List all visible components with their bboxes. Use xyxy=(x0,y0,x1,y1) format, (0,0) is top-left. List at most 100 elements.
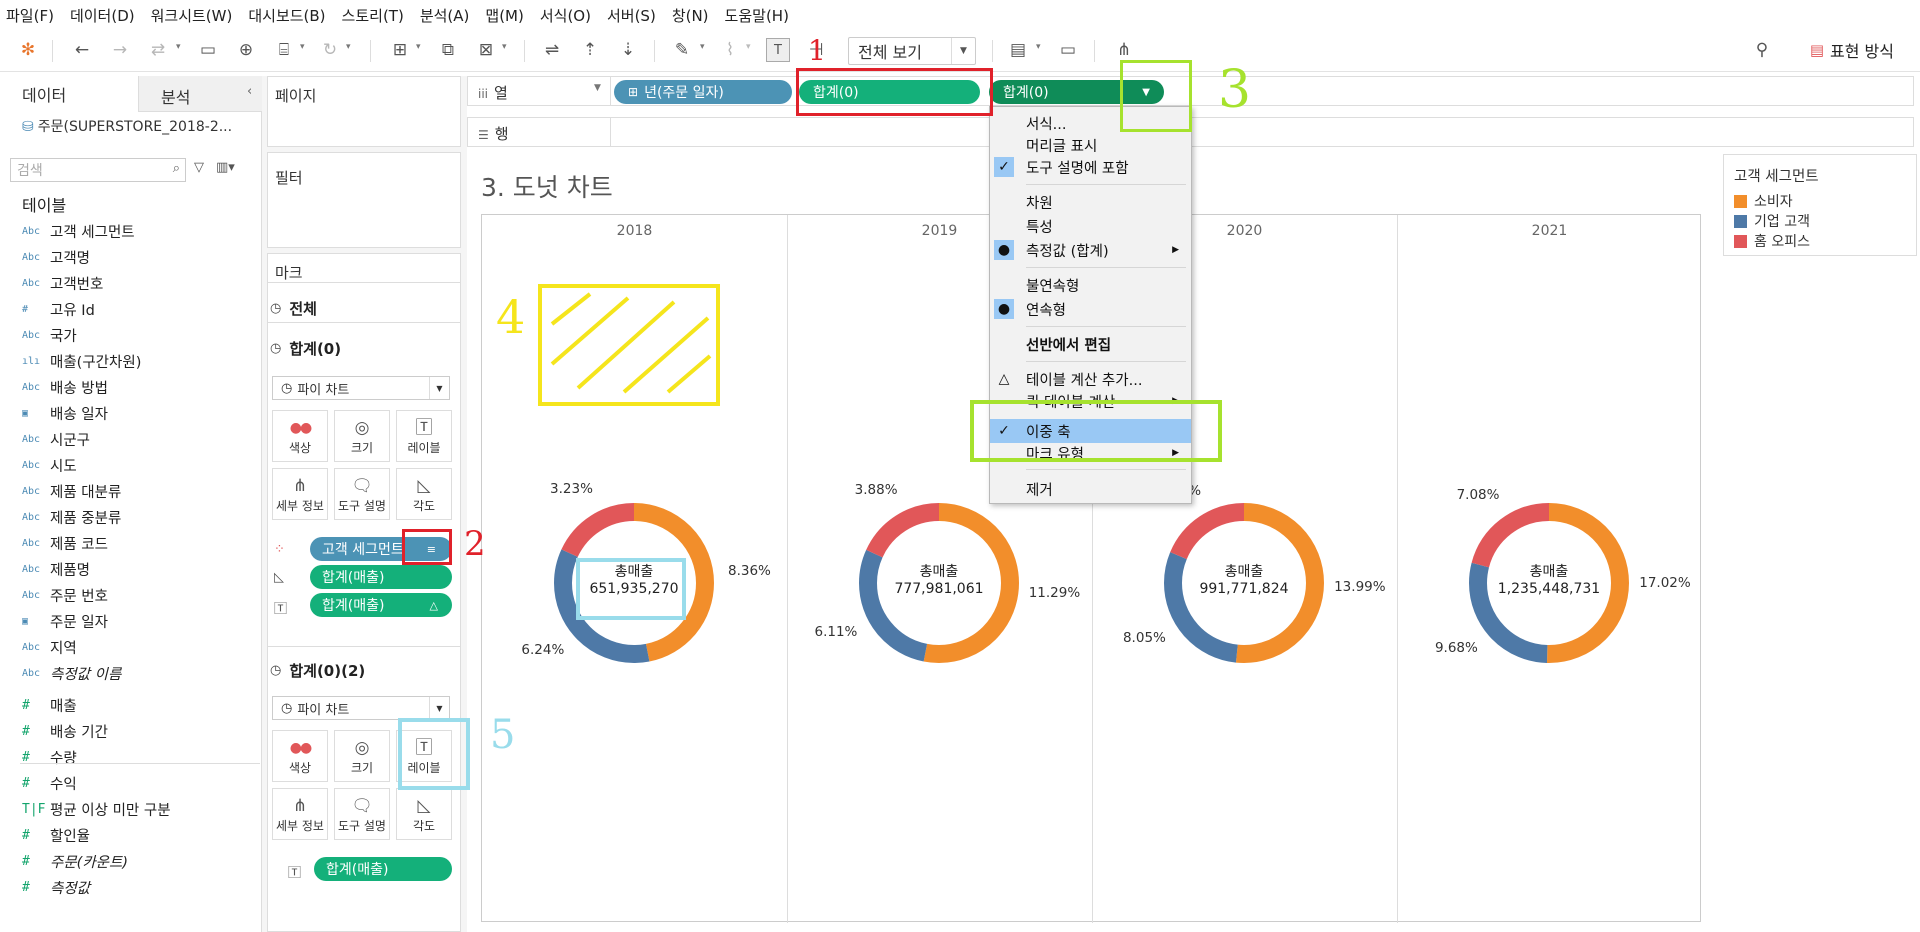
tooltip-button[interactable]: 🗨 도구 설명 xyxy=(334,468,390,520)
dimension-field[interactable]: Abc 고객명 xyxy=(22,244,262,270)
size-button-2[interactable]: ◎ 크기 xyxy=(334,730,390,782)
refresh-dropdown-icon[interactable]: ▾ xyxy=(346,42,351,52)
pause-updates-icon[interactable]: ⌸ xyxy=(272,38,296,62)
legend-item-corporate[interactable]: 기업 고객 xyxy=(1734,211,1810,231)
show-cards-dropdown-icon[interactable]: ▾ xyxy=(1036,42,1041,52)
group-icon[interactable]: ⌇ xyxy=(718,38,742,62)
measure-field[interactable]: T|F 평균 이상 미만 구분 xyxy=(22,796,262,822)
dimension-field[interactable]: # 고유 Id xyxy=(22,296,262,322)
dimension-field[interactable]: Abc 국가 xyxy=(22,322,262,348)
sort-ascending-icon[interactable]: ⇡ xyxy=(578,38,602,62)
dimension-field[interactable]: Abc 제품 중분류 xyxy=(22,504,262,530)
menu-item-dual-axis[interactable]: ✓ 이중 축 xyxy=(990,419,1191,443)
new-worksheet-icon[interactable]: ⊞ xyxy=(388,38,412,62)
color-legend[interactable]: 고객 세그먼트 소비자 기업 고객 홈 오피스 xyxy=(1723,154,1917,256)
view-options-icon[interactable]: ▥▾ xyxy=(216,160,235,175)
show-cards-icon[interactable]: ▤ xyxy=(1006,38,1030,62)
detail-button[interactable]: ⋔ 세부 정보 xyxy=(272,468,328,520)
dimension-field[interactable]: Abc 배송 방법 xyxy=(22,374,262,400)
label-sales-pill-2[interactable]: 합계(매출) xyxy=(314,857,452,881)
menu-item-quick-table-calc[interactable]: 퀵 테이블 계산 ▶ xyxy=(990,389,1191,413)
undo-icon[interactable]: ← xyxy=(70,38,94,62)
angle-sales-pill[interactable]: 합계(매출) xyxy=(310,565,452,589)
tab-analytics[interactable]: 분석 ‹ xyxy=(138,76,262,112)
highlight-dropdown-icon[interactable]: ▾ xyxy=(700,42,705,52)
label-button-2[interactable]: 🅃 레이블 xyxy=(396,730,452,782)
color-button-2[interactable]: ●● 색상 xyxy=(272,730,328,782)
measure-field[interactable]: # 배송 기간 xyxy=(22,718,262,744)
dimension-field[interactable]: Abc 주문 번호 xyxy=(22,582,262,608)
menu-map[interactable]: 맵(M) xyxy=(485,5,523,26)
swap-rows-columns-icon[interactable]: ⇌ xyxy=(540,38,564,62)
measure-field[interactable]: # 수량 xyxy=(22,744,262,770)
sum0-pill-2[interactable]: 합계(0) ▼ xyxy=(989,80,1164,104)
measure-field[interactable]: # 매출 xyxy=(22,692,262,718)
clear-dropdown-icon[interactable]: ▾ xyxy=(502,42,507,52)
presentation-mode-icon[interactable]: ▭ xyxy=(1056,38,1080,62)
new-worksheet-dropdown-icon[interactable]: ▾ xyxy=(416,42,421,52)
dimension-field[interactable]: Abc 고객 세그먼트 xyxy=(22,218,262,244)
menu-item-include-in-tooltip[interactable]: ✓ 도구 설명에 포함 xyxy=(990,155,1191,179)
measure-field[interactable]: # 수익 xyxy=(22,770,262,796)
columns-shelf[interactable]: iii 열 ▼ ⊞ 년(주문 일자) 합계(0) 합계(0) ▼ xyxy=(467,76,1914,106)
menu-item-dimension[interactable]: 차원 xyxy=(990,190,1191,214)
menu-item-measure-sum[interactable]: ● 측정값 (합계) ▶ xyxy=(990,238,1191,262)
menu-story[interactable]: 스토리(T) xyxy=(342,5,404,26)
marks-sum0-2-tab[interactable]: ◷ 합계(0)(2) xyxy=(270,660,365,681)
menu-item-show-header[interactable]: 머리글 표시 xyxy=(990,133,1191,157)
group-dropdown-icon[interactable]: ▾ xyxy=(746,42,751,52)
collapse-pane-icon[interactable]: ‹ xyxy=(247,84,252,99)
menu-data[interactable]: 데이터(D) xyxy=(70,5,135,26)
dimension-field[interactable]: Abc 제품 대분류 xyxy=(22,478,262,504)
redo-icon[interactable]: → xyxy=(108,38,132,62)
columns-dropdown-icon[interactable]: ▼ xyxy=(594,83,601,93)
legend-item-consumer[interactable]: 소비자 xyxy=(1734,191,1793,211)
pin-axes-icon[interactable]: ⊣ xyxy=(804,38,828,62)
new-datasource-icon[interactable]: ⊕ xyxy=(234,38,258,62)
menu-item-edit-in-shelf[interactable]: 선반에서 편집 xyxy=(990,332,1191,356)
show-mark-labels-icon[interactable]: T xyxy=(766,38,790,62)
menu-worksheet[interactable]: 워크시트(W) xyxy=(151,5,233,26)
angle-button[interactable]: ◺ 각도 xyxy=(396,468,452,520)
menu-item-add-table-calc[interactable]: △ 테이블 계산 추가... xyxy=(990,367,1191,391)
highlight-icon[interactable]: ✎ xyxy=(670,38,694,62)
fit-view-select[interactable]: 전체 보기 ▼ xyxy=(848,37,976,65)
menu-item-remove[interactable]: 제거 xyxy=(990,477,1191,501)
label-sales-pill[interactable]: 합계(매출) △ xyxy=(310,593,452,617)
save-icon[interactable]: ▭ xyxy=(196,38,220,62)
menu-dashboard[interactable]: 대시보드(B) xyxy=(248,5,325,26)
menu-window[interactable]: 창(N) xyxy=(672,5,709,26)
clear-sheet-icon[interactable]: ⊠ xyxy=(474,38,498,62)
menu-help[interactable]: 도움말(H) xyxy=(725,5,789,26)
menu-item-continuous[interactable]: ● 연속형 xyxy=(990,297,1191,321)
menu-item-attribute[interactable]: 특성 xyxy=(990,214,1191,238)
menu-server[interactable]: 서버(S) xyxy=(607,5,656,26)
measure-field[interactable]: # 주문(카운트) xyxy=(22,848,262,874)
duplicate-sheet-icon[interactable]: ⧉ xyxy=(436,38,460,62)
pages-card[interactable]: 페이지 xyxy=(267,76,461,147)
tooltip-button-2[interactable]: 🗨 도구 설명 xyxy=(334,788,390,840)
menu-item-mark-type[interactable]: 마크 유형 ▶ xyxy=(990,441,1191,465)
dimension-field[interactable]: Abc 시도 xyxy=(22,452,262,478)
measure-field[interactable]: # 할인율 xyxy=(22,822,262,848)
dimension-field[interactable]: Abc 고객번호 xyxy=(22,270,262,296)
datasource-item[interactable]: ⛁ 주문(SUPERSTORE_2018-2... xyxy=(22,116,232,136)
show-me-button[interactable]: ▤ 표현 방식 xyxy=(1810,38,1894,62)
dimension-field[interactable]: Abc 시군구 xyxy=(22,426,262,452)
segment-color-pill[interactable]: 고객 세그먼트 ≡ xyxy=(310,537,452,561)
color-button[interactable]: ●● 색상 xyxy=(272,410,328,462)
dimension-field[interactable]: ▣ 주문 일자 xyxy=(22,608,262,634)
pause-dropdown-icon[interactable]: ▾ xyxy=(300,42,305,52)
menu-file[interactable]: 파일(F) xyxy=(6,5,54,26)
chevron-down-icon[interactable]: ▼ xyxy=(1142,87,1150,98)
dimension-field[interactable]: Abc 지역 xyxy=(22,634,262,660)
tableau-logo-icon[interactable]: ✻ xyxy=(16,38,40,62)
size-button[interactable]: ◎ 크기 xyxy=(334,410,390,462)
dimension-field[interactable]: Abc 제품명 xyxy=(22,556,262,582)
mark-type-select-2[interactable]: ◷ 파이 차트 ▼ xyxy=(272,696,450,720)
label-button[interactable]: 🅃 레이블 xyxy=(396,410,452,462)
sort-descending-icon[interactable]: ⇣ xyxy=(616,38,640,62)
dimension-field[interactable]: Abc 제품 코드 xyxy=(22,530,262,556)
legend-item-home-office[interactable]: 홈 오피스 xyxy=(1734,231,1810,251)
menu-item-discrete[interactable]: 불연속형 xyxy=(990,273,1191,297)
